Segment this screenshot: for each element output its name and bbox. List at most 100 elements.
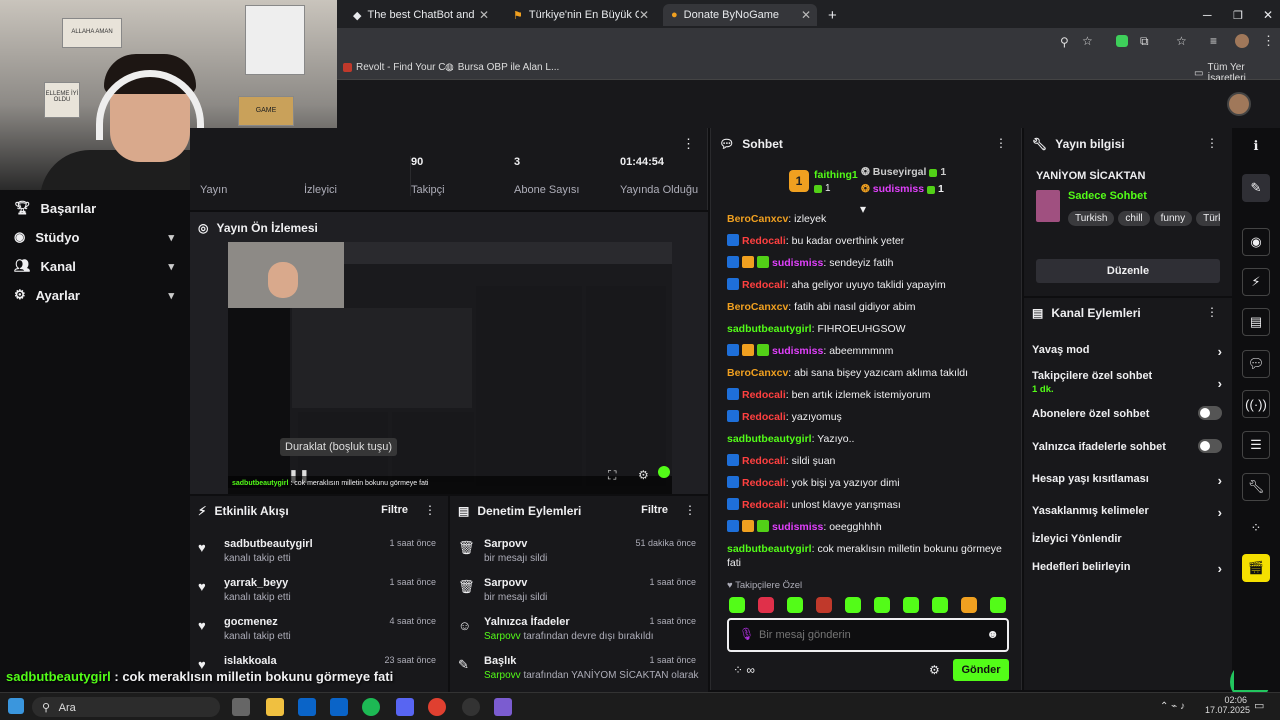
pencil-icon[interactable]: ✎ (1242, 174, 1270, 202)
spotify-icon[interactable] (362, 698, 380, 716)
close-tab-icon[interactable]: ✕ (801, 8, 811, 22)
more-menu-icon[interactable]: ⋮ (682, 136, 695, 152)
clock[interactable]: 02:06 17.07.2025 (1205, 695, 1250, 715)
moderator-name[interactable]: Sarpovv (484, 631, 521, 642)
more-menu-icon[interactable]: ⋮ (684, 503, 696, 517)
microphone-icon[interactable]: 🎙︎ (739, 627, 754, 641)
action-emotes-only[interactable]: Yalnızca ifadelerle sohbet (1032, 439, 1222, 453)
action-followers-only[interactable]: Takipçilere özel sohbet 1 dk. › (1032, 370, 1222, 395)
chat-username[interactable]: Redocali (742, 499, 786, 511)
chat-username[interactable]: BeroCanxcv (727, 213, 788, 225)
emote-icon[interactable] (729, 597, 745, 613)
close-tab-icon[interactable]: ✕ (639, 8, 649, 22)
notification-icon[interactable]: ▭ (1254, 699, 1264, 712)
chat-username[interactable]: Redocali (742, 279, 786, 291)
browser-tab-2[interactable]: ⚑ Türkiye'nin En Büyük Oyuncu D✕ (505, 4, 655, 26)
bolt-icon[interactable]: ⚡︎ (1242, 268, 1270, 296)
restore-icon[interactable]: ❐ (1225, 4, 1251, 26)
apps-icon[interactable]: ⁘ (1242, 514, 1270, 542)
settings-icon[interactable]: ⚙ (929, 663, 940, 677)
action-account-age[interactable]: Hesap yaşı kısıtlaması › (1032, 473, 1222, 488)
stream-preview-video[interactable]: Duraklat (boşluk tuşu) ❚❚ sadbutbeautygi… (228, 242, 672, 494)
mod-tools-icon[interactable]: ⁘ ∞ (733, 663, 755, 677)
browser-tab-1[interactable]: ◆ The best ChatBot and Widgets✕ (345, 4, 495, 26)
more-menu-icon[interactable]: ⋮ (995, 136, 1007, 150)
top-gifter-2[interactable]: ❂ Buseyirgal 1 (861, 166, 946, 178)
favorites-icon[interactable]: ☆ (1176, 34, 1187, 48)
chat-input[interactable] (759, 624, 979, 646)
nav-item-basarilar[interactable]: 🏆︎ Başarılar (14, 200, 174, 216)
action-raid[interactable]: İzleyici Yönlendir (1032, 533, 1222, 545)
activity-filter-button[interactable]: Filtre (381, 504, 408, 516)
extensions-icon[interactable]: ⧉ (1140, 34, 1149, 49)
chat-username[interactable]: sudismiss (772, 345, 823, 357)
user-avatar[interactable] (1227, 92, 1251, 116)
chat-username[interactable]: BeroCanxcv (727, 367, 788, 379)
media-icon[interactable]: ≡ (1210, 34, 1217, 48)
emote-icon[interactable] (816, 597, 832, 613)
tag[interactable]: Turkish (1068, 211, 1115, 226)
moderator-name[interactable]: Sarpovv (484, 670, 521, 681)
chat-username[interactable]: sadbutbeautygirl (727, 323, 812, 335)
wrench-icon[interactable]: 🔧︎ (1242, 473, 1270, 501)
document-icon[interactable]: ▤ (1242, 308, 1270, 336)
tag[interactable]: Türkç (1196, 211, 1220, 226)
clapper-icon[interactable]: 🎬︎ (1242, 554, 1270, 582)
chrome-icon[interactable] (428, 698, 446, 716)
action-goals[interactable]: Hedefleri belirleyin › (1032, 561, 1222, 576)
emote-icon[interactable] (758, 597, 774, 613)
browser-tab-3[interactable]: ● Donate ByNoGame ✕ (663, 4, 817, 26)
chat-username[interactable]: Redocali (742, 235, 786, 247)
nav-item-kanal[interactable]: 👥︎ Kanal ▾ (14, 258, 174, 274)
info-icon[interactable]: ℹ (1242, 132, 1270, 160)
more-menu-icon[interactable]: ⋮ (1262, 33, 1275, 49)
emote-icon[interactable] (990, 597, 1006, 613)
emote-icon[interactable] (787, 597, 803, 613)
subscribers-only-toggle[interactable] (1198, 406, 1222, 420)
action-banned-words[interactable]: Yasaklanmış kelimeler › (1032, 505, 1222, 520)
taskbar-search[interactable]: ⚲ Ara (32, 697, 220, 717)
discord-icon[interactable] (396, 698, 414, 716)
chat-username[interactable]: sudismiss (772, 257, 823, 269)
chat-username[interactable]: Redocali (742, 477, 786, 489)
camera-icon[interactable]: ◉ (1242, 228, 1270, 256)
chat-username[interactable]: Redocali (742, 455, 786, 467)
emote-icon[interactable] (874, 597, 890, 613)
emote-icon[interactable] (961, 597, 977, 613)
edit-button[interactable]: Düzenle (1036, 259, 1220, 283)
emoji-icon[interactable]: ☻ (986, 627, 999, 641)
outlook-icon[interactable] (298, 698, 316, 716)
minimize-icon[interactable]: ─ (1195, 4, 1220, 26)
action-slow-mode[interactable]: Yavaş mod › (1032, 344, 1222, 359)
category-link[interactable]: Sadece Sohbet (1068, 190, 1147, 202)
nav-item-studyo[interactable]: ◉ Stüdyo ▾ (14, 229, 174, 245)
bookmark-revolt[interactable]: Revolt - Find Your C... (343, 62, 454, 73)
windows-start-icon[interactable] (8, 698, 24, 714)
chat-username[interactable]: BeroCanxcv (727, 301, 788, 313)
chat-username[interactable]: Redocali (742, 389, 786, 401)
file-explorer-icon[interactable] (266, 698, 284, 716)
list-icon[interactable]: ☰ (1242, 431, 1270, 459)
new-tab-button[interactable]: + (820, 4, 845, 26)
top-gifter[interactable]: faithing1 (814, 169, 858, 181)
emote-icon[interactable] (932, 597, 948, 613)
tag[interactable]: chill (1118, 211, 1150, 226)
emotes-only-toggle[interactable] (1198, 439, 1222, 453)
nav-item-ayarlar[interactable]: ⚙ Ayarlar ▾ (14, 287, 174, 303)
store-icon[interactable] (330, 698, 348, 716)
send-button[interactable]: Gönder (953, 659, 1009, 681)
task-view-icon[interactable] (232, 698, 250, 716)
action-subscribers-only[interactable]: Abonelere özel sohbet (1032, 406, 1222, 420)
more-menu-icon[interactable]: ⋮ (1206, 136, 1218, 150)
obs-icon[interactable] (462, 698, 480, 716)
extension-shield-icon[interactable] (1116, 35, 1128, 47)
chat-username[interactable]: sudismiss (772, 521, 823, 533)
chat-username[interactable]: Redocali (742, 411, 786, 423)
moderation-filter-button[interactable]: Filtre (641, 504, 668, 516)
bookmark-star-icon[interactable]: ☆ (1082, 34, 1093, 48)
emote-icon[interactable] (903, 597, 919, 613)
close-tab-icon[interactable]: ✕ (479, 8, 489, 22)
broadcast-icon[interactable]: ((·)) (1242, 390, 1270, 418)
top-gifter-3[interactable]: ❂ sudismiss 1 (861, 183, 944, 195)
fullscreen-icon[interactable]: ⛶ (608, 468, 616, 483)
